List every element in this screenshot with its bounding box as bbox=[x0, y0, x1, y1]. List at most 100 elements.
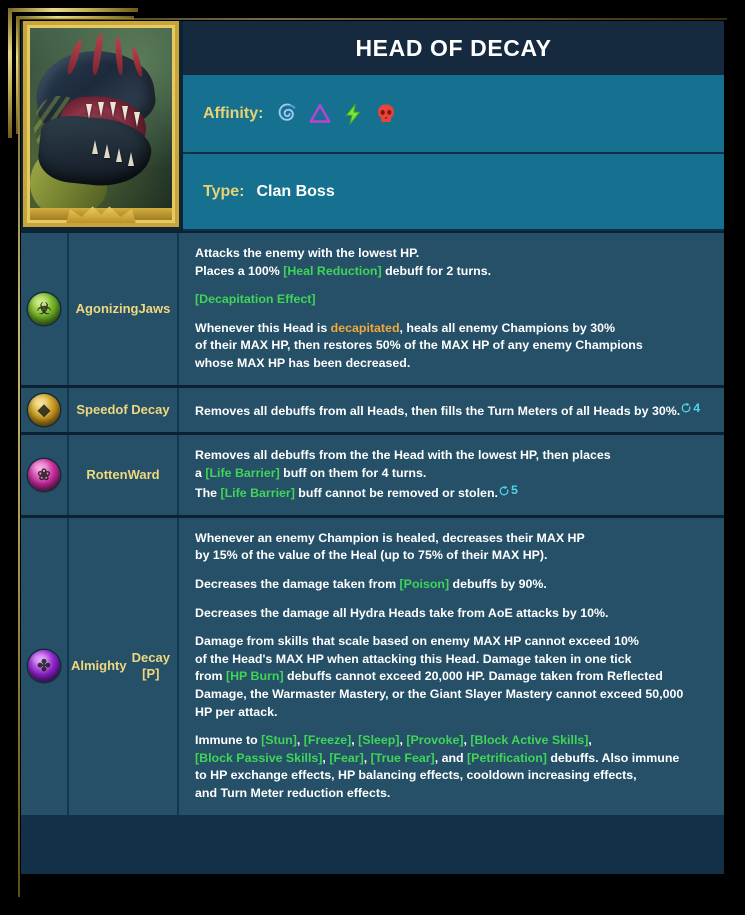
skill-text: a bbox=[195, 465, 206, 480]
skill-text: , bbox=[296, 733, 304, 748]
skill-text: debuffs by 90%. bbox=[449, 576, 547, 591]
title-bar: HEAD OF DECAY bbox=[183, 21, 724, 75]
skill-name-line1: Almighty bbox=[71, 657, 127, 673]
skill-text: debuffs. Also immune bbox=[546, 750, 680, 765]
type-row: Type: Clan Boss bbox=[183, 154, 724, 229]
skill-name-line2: Jaws bbox=[138, 300, 171, 316]
buff-tag: [Stun] bbox=[261, 733, 297, 748]
skill-description: Removes all debuffs from all Heads, then… bbox=[179, 388, 724, 432]
skill-paragraph: Whenever this Head is decapitated, heals… bbox=[195, 320, 710, 373]
skill-paragraph: Removes all debuffs from all Heads, then… bbox=[195, 400, 710, 420]
buff-tag: [HP Burn] bbox=[225, 669, 284, 684]
skill-paragraph: Removes all debuffs from the the Head wi… bbox=[195, 447, 710, 503]
skill-text: debuff for 2 turns. bbox=[381, 263, 492, 278]
skill-paragraph: Whenever an enemy Champion is healed, de… bbox=[195, 530, 710, 565]
affinity-void-icon bbox=[378, 103, 395, 122]
skill-text: Places a 100% bbox=[195, 263, 284, 278]
skill-text: The bbox=[195, 486, 221, 501]
skill-icon-cell: ☣ bbox=[21, 233, 69, 385]
skill-text: Removes all debuffs from all Heads, then… bbox=[195, 403, 681, 418]
buff-tag: [Block Active Skills] bbox=[470, 733, 589, 748]
speed-of-decay-icon[interactable]: ◆ bbox=[28, 393, 60, 426]
affinity-label: Affinity: bbox=[203, 104, 264, 122]
skill-name-line1: Agonizing bbox=[75, 300, 139, 316]
skill-row: ☣ Agonizing Jaws Attacks the enemy with the… bbox=[21, 233, 724, 388]
buff-tag: [True Fear] bbox=[370, 750, 435, 765]
skill-paragraph: Decreases the damage all Hydra Heads tak… bbox=[195, 605, 710, 623]
boss-card: HEAD OF DECAY Affinity: Type: Clan Boss … bbox=[21, 21, 724, 874]
skill-text: , bbox=[588, 733, 592, 748]
card-frame: HEAD OF DECAY Affinity: Type: Clan Boss … bbox=[0, 0, 745, 915]
skill-name-line1: Rotten bbox=[86, 466, 128, 482]
skill-paragraph: Damage from skills that scale based on e… bbox=[195, 633, 710, 721]
skill-text: Attacks the enemy with the lowest HP. bbox=[195, 246, 420, 260]
skill-description: Attacks the enemy with the lowest HP. Pla… bbox=[179, 233, 724, 385]
skill-row: ◆ Speed of Decay Removes all debuffs from a… bbox=[21, 387, 724, 436]
buff-tag: [Petrification] bbox=[467, 750, 547, 765]
affinity-magic-icon bbox=[310, 103, 331, 123]
skill-name: Rotten Ward bbox=[69, 435, 179, 515]
skill-text: whose MAX HP has been decreased. bbox=[195, 356, 411, 371]
skill-icon-cell: ✤ bbox=[21, 517, 69, 815]
skill-text: of the Head's MAX HP when attacking this… bbox=[195, 651, 632, 666]
skill-text: buff on them for 4 turns. bbox=[279, 465, 427, 480]
almighty-decay-icon[interactable]: ✤ bbox=[28, 650, 60, 683]
skill-paragraph: Decreases the damage taken from [Poison]… bbox=[195, 576, 710, 594]
page-title: HEAD OF DECAY bbox=[355, 34, 552, 61]
skill-text: Decreases the damage taken from bbox=[195, 576, 400, 591]
skill-paragraph: [Decapitation Effect] bbox=[195, 291, 710, 309]
skill-text: debuffs cannot exceed 20,000 HP. Damage … bbox=[283, 669, 663, 684]
skill-name-line2: Decay [P] bbox=[131, 649, 170, 682]
skill-paragraph: Attacks the enemy with the lowest HP. Pla… bbox=[195, 245, 710, 280]
skill-icon-cell: ◆ bbox=[21, 387, 69, 433]
skill-text: Damage, the Warmaster Mastery, or the Gi… bbox=[195, 686, 684, 701]
buff-tag: [Decapitation Effect] bbox=[195, 292, 316, 307]
skill-paragraph: Immune to [Stun], [Freeze], [Sleep], [Pr… bbox=[195, 732, 710, 802]
skill-name: Speed of Decay bbox=[69, 387, 179, 433]
hydra-head-portrait bbox=[23, 21, 179, 227]
skill-icon-glyph: ✤ bbox=[37, 658, 51, 676]
skill-icon-glyph: ☣ bbox=[36, 300, 52, 318]
skill-name-line1: Speed bbox=[76, 401, 116, 417]
affinity-spirit-icon bbox=[279, 102, 296, 121]
buff-tag: [Life Barrier] bbox=[205, 465, 280, 480]
buff-tag: [Poison] bbox=[399, 576, 450, 591]
skill-description: Removes all debuffs from the the Head wi… bbox=[179, 435, 724, 515]
skill-text: by 15% of the value of the Heal (up to 7… bbox=[195, 548, 548, 563]
buff-tag: [Fear] bbox=[329, 750, 364, 765]
skill-row: ❀ Rotten Ward Removes all debuffs from the … bbox=[21, 435, 724, 518]
skill-text: from bbox=[195, 669, 226, 684]
skill-text: Decreases the damage all Hydra Heads tak… bbox=[195, 605, 609, 620]
affinity-force-icon bbox=[345, 103, 361, 124]
skill-text: of their MAX HP, then restores 50% of th… bbox=[195, 338, 643, 353]
buff-tag: [Heal Reduction] bbox=[283, 263, 382, 278]
skill-name-line2: of Decay bbox=[115, 401, 170, 417]
highlight-term: decapitated bbox=[330, 320, 400, 335]
skill-name-line2: Ward bbox=[127, 466, 160, 482]
skill-text: and Turn Meter reduction effects. bbox=[195, 786, 391, 800]
skills-table: ☣ Agonizing Jaws Attacks the enemy with the… bbox=[21, 231, 724, 815]
skill-icon-glyph: ❀ bbox=[37, 466, 51, 484]
skill-name: Almighty Decay [P] bbox=[69, 517, 179, 815]
buff-tag: [Life Barrier] bbox=[220, 486, 295, 501]
agonizing-jaws-icon[interactable]: ☣ bbox=[28, 292, 60, 325]
skill-text: to HP exchange effects, HP balancing eff… bbox=[195, 768, 637, 783]
rotten-ward-icon[interactable]: ❀ bbox=[28, 458, 60, 491]
buff-tag: [Provoke] bbox=[406, 733, 464, 748]
skill-name: Agonizing Jaws bbox=[69, 233, 179, 385]
skill-text: , bbox=[363, 750, 371, 765]
skill-description: Whenever an enemy Champion is healed, de… bbox=[179, 518, 724, 815]
cooldown-badge: 4 bbox=[680, 400, 700, 418]
affinity-icon-list bbox=[275, 102, 398, 126]
cooldown-value: 5 bbox=[510, 483, 518, 498]
buff-tag: [Sleep] bbox=[358, 733, 400, 748]
type-label: Type: bbox=[203, 182, 245, 200]
skill-row: ✤ Almighty Decay [P] Whenever an enemy Cham… bbox=[21, 517, 724, 815]
cooldown-value: 4 bbox=[693, 400, 701, 415]
buff-tag: [Freeze] bbox=[303, 733, 352, 748]
skill-text: , heals all enemy Champions by 30% bbox=[399, 320, 616, 335]
skill-text: Whenever an enemy Champion is healed, de… bbox=[195, 530, 585, 545]
skill-text: Immune to bbox=[195, 733, 262, 748]
skill-text: Whenever this Head is bbox=[195, 320, 331, 335]
affinity-row: Affinity: bbox=[183, 75, 724, 154]
